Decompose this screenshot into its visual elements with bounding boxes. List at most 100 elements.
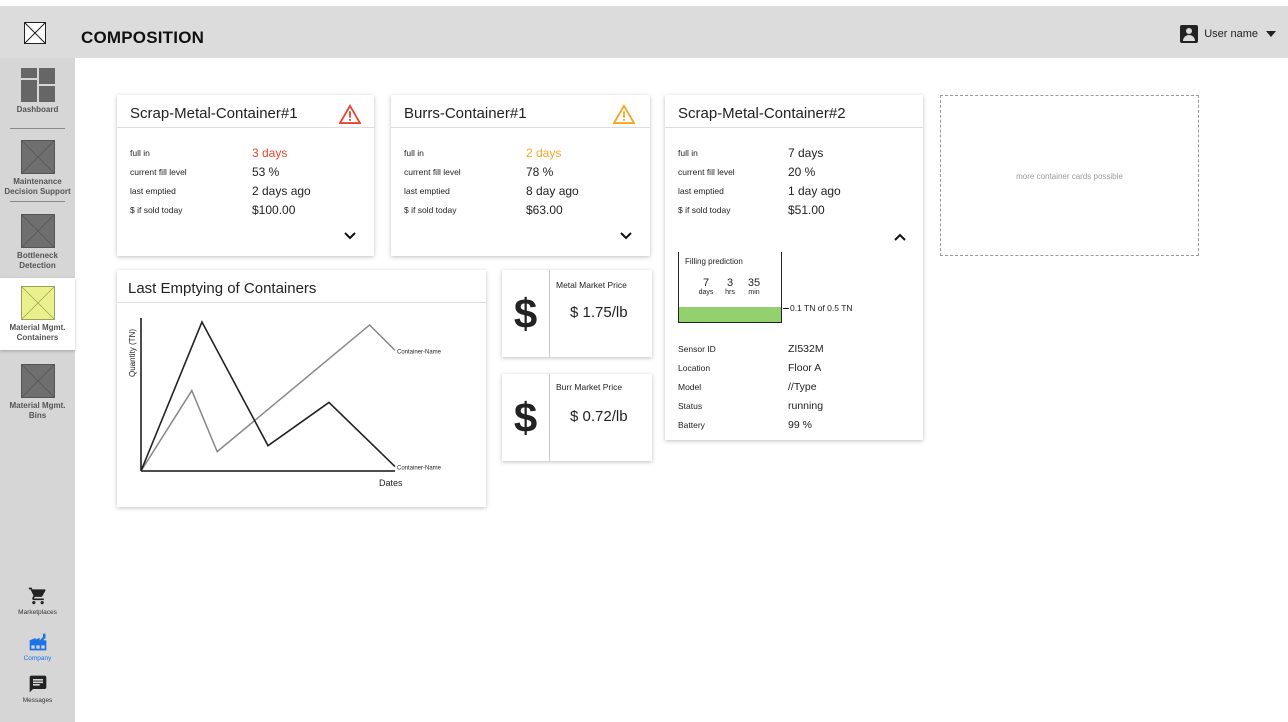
sidebar-item-bottleneck[interactable]: Bottleneck Detection	[0, 214, 75, 271]
sensor-row: Location Floor A	[678, 358, 824, 377]
dollar-icon: $	[502, 270, 550, 357]
factory-icon	[29, 633, 46, 651]
stat-value: 2 days ago	[252, 183, 311, 198]
container-stats: full in 7 days current fill level 20 % las…	[678, 143, 841, 219]
placeholder-image-icon	[20, 286, 55, 320]
chevron-down-icon[interactable]	[344, 232, 356, 240]
chevron-down-icon[interactable]	[620, 232, 632, 240]
stat-value: 8 day ago	[526, 183, 579, 198]
stat-label: last emptied	[130, 185, 176, 196]
page-title: COMPOSITION	[81, 28, 205, 47]
warning-icon	[339, 104, 361, 124]
user-menu[interactable]: User name	[1180, 25, 1276, 43]
caret-down-icon	[1266, 31, 1276, 37]
user-name: User name	[1204, 28, 1258, 40]
stat-label: full in	[130, 147, 150, 158]
sensor-label: Status	[678, 400, 703, 411]
sidebar-divider	[10, 201, 65, 202]
stat-row: last emptied 1 day ago	[678, 181, 841, 200]
stat-label: current fill level	[678, 166, 735, 177]
divider	[117, 127, 374, 128]
prediction-hours: 3	[726, 277, 734, 289]
sidebar-item-material-containers[interactable]: Material Mgmt. Containers	[0, 278, 75, 350]
price-value: $ 1.75/lb	[570, 304, 628, 321]
series-label: Container-Name	[397, 466, 442, 472]
stat-label: current fill level	[130, 166, 187, 177]
sidebar-item-marketplaces[interactable]: Marketplaces	[0, 586, 75, 616]
sensor-value: ZI532M	[788, 342, 824, 355]
prediction-hours-unit: hrs	[725, 289, 735, 296]
stat-label: full in	[678, 147, 698, 158]
logo-icon[interactable]	[24, 22, 46, 44]
sensor-value: 99 %	[788, 418, 812, 431]
container-card[interactable]: Burrs-Container#1 full in 2 days current …	[391, 95, 650, 256]
sensor-label: Battery	[678, 419, 705, 430]
stat-row: last emptied 2 days ago	[130, 181, 311, 200]
y-axis-label: Quantity (TN)	[128, 329, 137, 377]
prediction-title: Filling prediction	[685, 257, 743, 266]
app-frame: COMPOSITION User name Dashboard Maintena…	[0, 0, 1288, 722]
stat-value: 7 days	[788, 145, 824, 160]
stat-label: $ if sold today	[678, 204, 731, 215]
sidebar-item-label: Material Mgmt. Containers	[9, 323, 66, 342]
series-label: Container-Name	[397, 349, 442, 355]
card-title: Scrap-Metal-Container#1	[130, 105, 298, 122]
divider	[665, 127, 923, 128]
sidebar-item-label: Marketplaces	[18, 609, 57, 616]
stat-row: $ if sold today $100.00	[130, 200, 311, 219]
sensor-row: Battery 99 %	[678, 415, 824, 434]
placeholder-image-icon	[20, 214, 55, 248]
dollar-icon: $	[502, 374, 550, 461]
message-icon	[29, 675, 46, 693]
stat-value: 20 %	[788, 164, 816, 179]
price-card: $ Burr Market Price $ 0.72/lb	[502, 374, 652, 461]
placeholder-text: more container cards possible	[1016, 172, 1123, 181]
more-cards-placeholder: more container cards possible	[940, 95, 1199, 256]
stat-row: current fill level 53 %	[130, 162, 311, 181]
sidebar-item-dashboard[interactable]: Dashboard	[0, 68, 75, 115]
sidebar-item-material-bins[interactable]: Material Mgmt. Bins	[0, 364, 75, 421]
sensor-value: Floor A	[788, 361, 822, 374]
sidebar-item-messages[interactable]: Messages	[0, 674, 75, 704]
price-card: $ Metal Market Price $ 1.75/lb	[502, 270, 652, 357]
stat-row: $ if sold today $63.00	[404, 200, 579, 219]
stat-label: current fill level	[404, 166, 461, 177]
stat-row: full in 7 days	[678, 143, 841, 162]
container-stats: full in 2 days current fill level 78 % las…	[404, 143, 579, 219]
stat-label: last emptied	[678, 185, 724, 196]
sidebar-item-maintenance[interactable]: Maintenance Decision Support	[0, 140, 75, 197]
prediction-days: 7	[702, 277, 710, 289]
sensor-row: Status running	[678, 396, 824, 415]
stat-row: full in 3 days	[130, 143, 311, 162]
fill-level-label: 0.1 TN of 0.5 TN	[790, 303, 853, 313]
prediction-days-unit: days	[698, 289, 714, 296]
stat-value: 53 %	[252, 164, 280, 179]
price-value: $ 0.72/lb	[570, 408, 628, 425]
stat-row: current fill level 78 %	[404, 162, 579, 181]
card-title: Burrs-Container#1	[404, 105, 527, 122]
fill-level-bar	[679, 307, 781, 322]
x-axis-label: Dates	[379, 478, 403, 488]
placeholder-image-icon	[20, 140, 55, 174]
sidebar-item-company[interactable]: Company	[0, 632, 75, 662]
fill-level-marker	[783, 308, 789, 309]
stat-value: $100.00	[252, 202, 296, 217]
sidebar: Dashboard Maintenance Decision Support B…	[0, 58, 75, 722]
sensor-details: Sensor ID ZI532M Location Floor A Model //T…	[678, 339, 824, 434]
sidebar-item-label: Maintenance Decision Support	[4, 177, 71, 196]
container-card[interactable]: Scrap-Metal-Container#1 full in 3 days cu…	[117, 95, 374, 256]
sensor-row: Model //Type	[678, 377, 824, 396]
stat-value: 2 days	[526, 145, 562, 160]
sidebar-item-label: Dashboard	[16, 105, 59, 114]
top-bar: COMPOSITION User name	[0, 6, 1288, 58]
stat-value: 1 day ago	[788, 183, 841, 198]
stat-row: full in 2 days	[404, 143, 579, 162]
placeholder-image-icon	[20, 364, 55, 398]
divider	[391, 127, 650, 128]
price-title: Metal Market Price	[556, 280, 627, 290]
prediction-countdown: 7 days 3 hrs 35 min	[679, 277, 781, 297]
card-title: Scrap-Metal-Container#2	[678, 105, 846, 122]
stat-row: $ if sold today $51.00	[678, 200, 841, 219]
price-title: Burr Market Price	[556, 382, 623, 392]
chevron-up-icon[interactable]	[894, 233, 906, 241]
